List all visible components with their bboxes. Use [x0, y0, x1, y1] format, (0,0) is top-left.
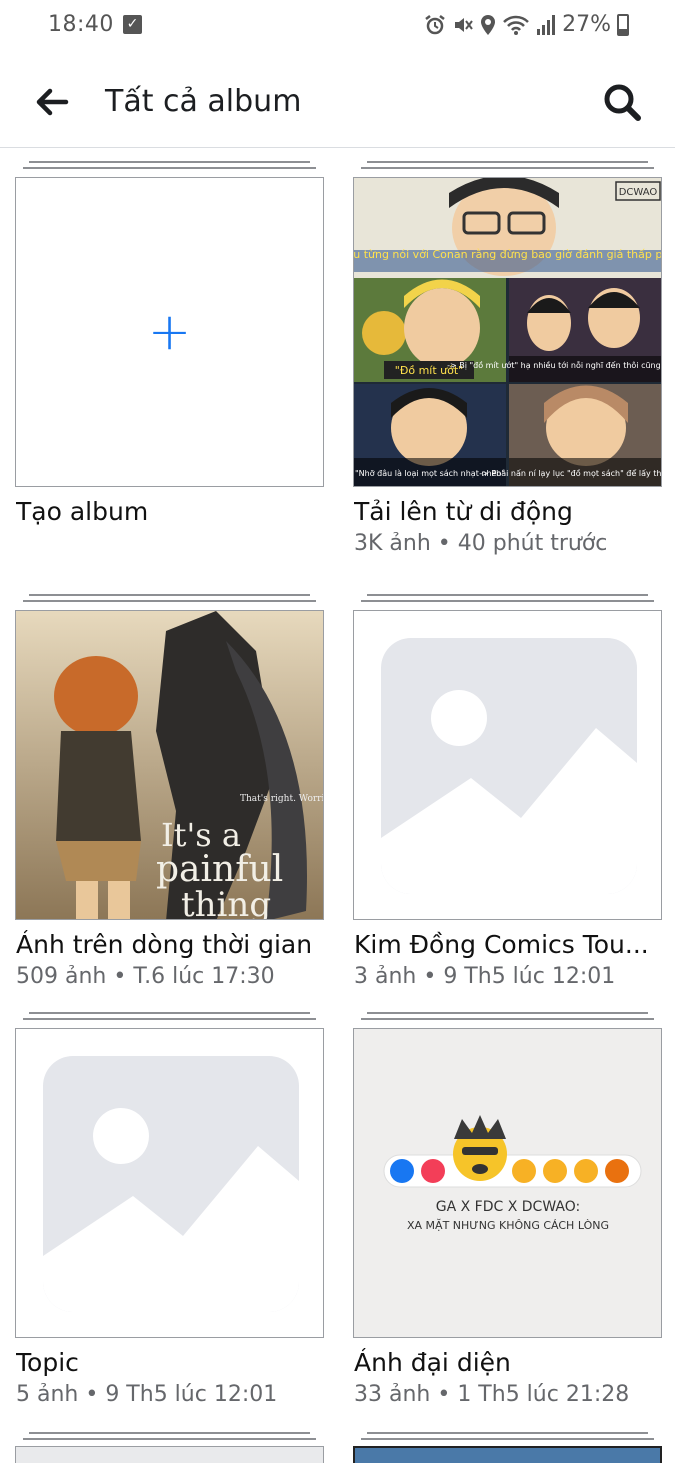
album-cover-partial[interactable] — [15, 1446, 324, 1463]
album-stack-lines — [361, 1432, 654, 1444]
album-meta: 33 ảnh • 1 Th5 lúc 21:28 — [354, 1382, 630, 1407]
alarm-icon — [425, 14, 445, 34]
album-cover-placeholder[interactable] — [353, 610, 662, 920]
location-icon — [481, 14, 496, 35]
album-meta: 3K ảnh • 40 phút trước — [354, 531, 608, 556]
status-time: 18:40 — [48, 12, 114, 37]
arrow-left-icon — [36, 88, 69, 116]
image-placeholder-icon — [381, 638, 637, 894]
album-name: Kim Đồng Comics Tou... — [354, 930, 649, 959]
album-cover-timeline[interactable]: That's right. Worried about being discov… — [15, 610, 324, 920]
create-album-cover[interactable]: + — [15, 177, 324, 487]
album-name: Tải lên từ di động — [354, 497, 573, 526]
album-meta: 3 ảnh • 9 Th5 lúc 12:01 — [354, 964, 616, 989]
back-button[interactable] — [30, 82, 74, 122]
profile-cover-line2: XA MẶT NHƯNG KHÔNG CÁCH LÒNG — [407, 1219, 609, 1232]
search-button[interactable] — [598, 78, 646, 126]
cover-logo: DCWAO — [619, 187, 658, 198]
album-name: Topic — [16, 1348, 79, 1377]
album-name: Ảnh đại diện — [354, 1348, 511, 1377]
quote-small: That's right. Worried about being discov… — [240, 794, 324, 804]
quote-line3: thing — [181, 885, 271, 920]
illustration-image: That's right. Worried about being discov… — [16, 611, 324, 920]
album-meta: 509 ảnh • T.6 lúc 17:30 — [16, 964, 275, 989]
album-cover-placeholder[interactable] — [15, 1028, 324, 1338]
signal-icon — [537, 14, 556, 35]
reactions-graphic: GA X FDC X DCWAO: XA MẶT NHƯNG KHÔNG CÁC… — [354, 1029, 661, 1337]
album-stack-lines — [23, 1432, 316, 1444]
image-placeholder-icon — [43, 1056, 299, 1312]
battery-icon — [617, 13, 629, 36]
checkbox-notification-icon: ✓ — [123, 15, 142, 34]
mute-icon — [455, 17, 473, 32]
album-stack-lines — [361, 594, 654, 606]
album-cover-partial[interactable] — [353, 1446, 662, 1463]
album-stack-lines — [361, 1012, 654, 1024]
album-meta: 5 ảnh • 9 Th5 lúc 12:01 — [16, 1382, 278, 1407]
album-cover-profile[interactable]: GA X FDC X DCWAO: XA MẶT NHƯNG KHÔNG CÁC… — [353, 1028, 662, 1338]
profile-cover-line1: GA X FDC X DCWAO: — [436, 1199, 580, 1215]
album-name: Tạo album — [16, 497, 149, 526]
caption-top: Yusaku từng nói với Conan rằng đừng bao … — [354, 248, 662, 261]
plus-icon: + — [147, 302, 192, 362]
album-stack-lines — [361, 161, 654, 173]
status-bar: 18:40 ✓ 27% — [0, 0, 675, 56]
page-title: Tất cả album — [105, 84, 302, 119]
quote-line2: painful — [156, 849, 283, 890]
caption-bottom-right: -> Phải nấn ní lạy lục "đồ mọt sách" để … — [479, 468, 662, 479]
album-stack-lines — [23, 1012, 316, 1024]
album-partial-right[interactable] — [353, 1432, 662, 1463]
status-indicators: 27% — [424, 12, 629, 37]
wifi-icon — [503, 15, 529, 35]
battery-percent: 27% — [562, 12, 611, 37]
album-partial-left[interactable] — [15, 1432, 324, 1463]
album-name: Ảnh trên dòng thời gian — [16, 930, 313, 959]
caption-mid-right: -> Bị "đồ mít ướt" hạ nhiều tới nỗi nghĩ… — [447, 360, 662, 371]
album-stack-lines — [23, 161, 316, 173]
comic-collage-image: Yusaku từng nói với Conan rằng đừng bao … — [354, 178, 662, 486]
app-header: Tất cả album — [0, 56, 675, 148]
album-stack-lines — [23, 594, 316, 606]
search-icon — [604, 84, 641, 121]
album-cover-mobile-uploads[interactable]: Yusaku từng nói với Conan rằng đừng bao … — [353, 177, 662, 487]
